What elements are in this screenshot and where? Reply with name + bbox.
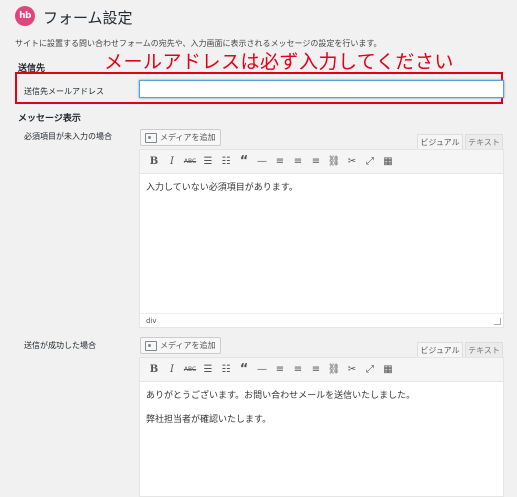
- align-center-icon[interactable]: ≡: [289, 153, 307, 171]
- unlink-icon[interactable]: ✂: [343, 361, 361, 379]
- horizontal-rule-icon[interactable]: —: [253, 153, 271, 171]
- link-icon[interactable]: ⛓: [325, 361, 343, 379]
- align-center-icon[interactable]: ≡: [289, 361, 307, 379]
- editor-paragraph: 入力していない必須項目があります。: [146, 183, 298, 193]
- horizontal-rule-icon[interactable]: —: [253, 361, 271, 379]
- editor-content[interactable]: 入力していない必須項目があります。: [146, 181, 298, 205]
- bold-icon[interactable]: B: [145, 153, 163, 171]
- editor-toolbar: B I ABC ☰ ☷ “ — ≡ ≡ ≡ ⛓ ✂ ⤢ ▦: [140, 358, 503, 382]
- fullscreen-icon[interactable]: ⤢: [361, 361, 379, 379]
- editor-label-required-missing: 必須項目が未入力の場合: [24, 132, 112, 141]
- fullscreen-icon[interactable]: ⤢: [361, 153, 379, 171]
- page-title: フォーム設定: [43, 9, 133, 27]
- toolbar-toggle-icon[interactable]: ▦: [379, 153, 397, 171]
- blockquote-icon[interactable]: “: [235, 153, 253, 171]
- link-icon[interactable]: ⛓: [325, 153, 343, 171]
- italic-icon[interactable]: I: [163, 361, 181, 379]
- editor-required-missing: B I ABC ☰ ☷ “ — ≡ ≡ ≡ ⛓ ✂ ⤢ ▦ 入力していない必須項…: [139, 149, 504, 328]
- numbered-list-icon[interactable]: ☷: [217, 153, 235, 171]
- editor-content[interactable]: ありがとうございます。お問い合わせメールを送信いたしました。 弊社担当者が確認い…: [146, 389, 415, 437]
- sender-email-label: 送信先メールアドレス: [24, 87, 104, 96]
- bullet-list-icon[interactable]: ☰: [199, 153, 217, 171]
- unlink-icon[interactable]: ✂: [343, 153, 361, 171]
- numbered-list-icon[interactable]: ☷: [217, 361, 235, 379]
- required-annotation: メールアドレスは必ず入力してください: [104, 51, 454, 73]
- media-icon: [145, 132, 157, 143]
- bullet-list-icon[interactable]: ☰: [199, 361, 217, 379]
- add-media-button[interactable]: メディアを追加: [140, 129, 222, 146]
- element-path: div: [146, 316, 157, 325]
- media-icon: [145, 340, 157, 351]
- strikethrough-icon[interactable]: ABC: [181, 153, 199, 171]
- tab-text[interactable]: テキスト: [465, 134, 503, 150]
- resize-handle-icon[interactable]: [494, 318, 501, 325]
- blockquote-icon[interactable]: “: [235, 361, 253, 379]
- editor-paragraph: 弊社担当者が確認いたします。: [146, 415, 272, 425]
- editor-toolbar: B I ABC ☰ ☷ “ — ≡ ≡ ≡ ⛓ ✂ ⤢ ▦: [140, 150, 503, 174]
- align-left-icon[interactable]: ≡: [271, 361, 289, 379]
- add-media-label: メディアを追加: [160, 341, 216, 350]
- editor-label-send-success: 送信が成功した場合: [24, 341, 96, 350]
- plugin-logo: hb: [15, 6, 35, 26]
- editor-paragraph: ありがとうございます。お問い合わせメールを送信いたしました。: [146, 391, 416, 401]
- align-left-icon[interactable]: ≡: [271, 153, 289, 171]
- bold-icon[interactable]: B: [145, 361, 163, 379]
- editor-send-success: B I ABC ☰ ☷ “ — ≡ ≡ ≡ ⛓ ✂ ⤢ ▦ ありがとうございます…: [139, 357, 504, 497]
- sender-email-input[interactable]: [139, 80, 504, 98]
- tab-visual[interactable]: ビジュアル: [417, 134, 463, 150]
- message-section-heading: メッセージ表示: [18, 114, 81, 124]
- align-right-icon[interactable]: ≡: [307, 153, 325, 171]
- tab-visual[interactable]: ビジュアル: [417, 342, 463, 358]
- tab-text[interactable]: テキスト: [465, 342, 503, 358]
- strikethrough-icon[interactable]: ABC: [181, 361, 199, 379]
- editor-statusbar: div: [140, 313, 503, 327]
- add-media-label: メディアを追加: [160, 133, 216, 142]
- add-media-button[interactable]: メディアを追加: [140, 337, 222, 354]
- toolbar-toggle-icon[interactable]: ▦: [379, 361, 397, 379]
- align-right-icon[interactable]: ≡: [307, 361, 325, 379]
- italic-icon[interactable]: I: [163, 153, 181, 171]
